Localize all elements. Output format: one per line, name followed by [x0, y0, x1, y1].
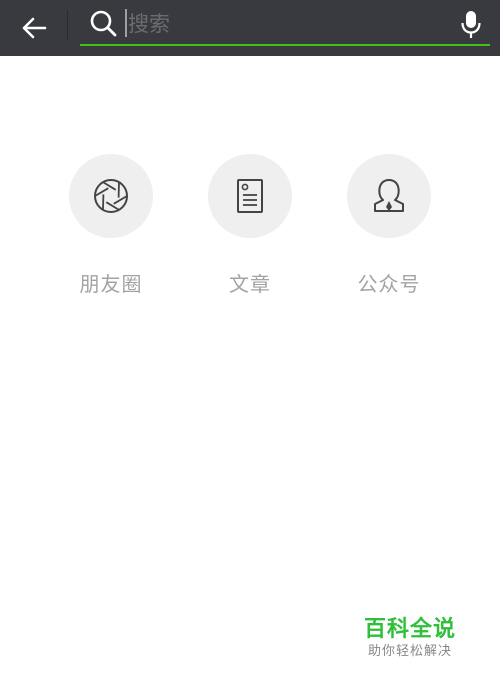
voice-search-button[interactable] [456, 9, 486, 41]
toolbar-divider [67, 10, 68, 40]
microphone-icon [461, 11, 481, 38]
search-underline [80, 44, 490, 46]
watermark-subtitle: 助你轻松解决 [367, 644, 452, 659]
person-icon [374, 179, 404, 212]
category-articles-circle [208, 154, 292, 238]
category-official-accounts-circle [347, 154, 431, 238]
text-cursor [125, 9, 127, 37]
search-field[interactable] [80, 0, 490, 56]
watermark-logo: 百科全说 助你轻松解决 [364, 616, 456, 660]
category-moments[interactable]: 朋友圈 [51, 154, 171, 297]
category-official-accounts[interactable]: 公众号 [329, 154, 449, 297]
category-moments-label: 朋友圈 [79, 272, 143, 296]
search-input[interactable] [128, 8, 448, 40]
watermark-title: 百科全说 [363, 617, 456, 642]
arrow-left-icon [22, 17, 47, 39]
search-toolbar [0, 0, 500, 56]
category-articles-label: 文章 [229, 272, 271, 296]
search-icon [90, 10, 117, 37]
aperture-icon [94, 179, 128, 213]
back-button[interactable] [14, 8, 54, 48]
category-official-accounts-label: 公众号 [357, 272, 421, 296]
category-articles[interactable]: 文章 [190, 154, 310, 297]
category-moments-circle [69, 154, 153, 238]
article-icon [237, 179, 263, 213]
